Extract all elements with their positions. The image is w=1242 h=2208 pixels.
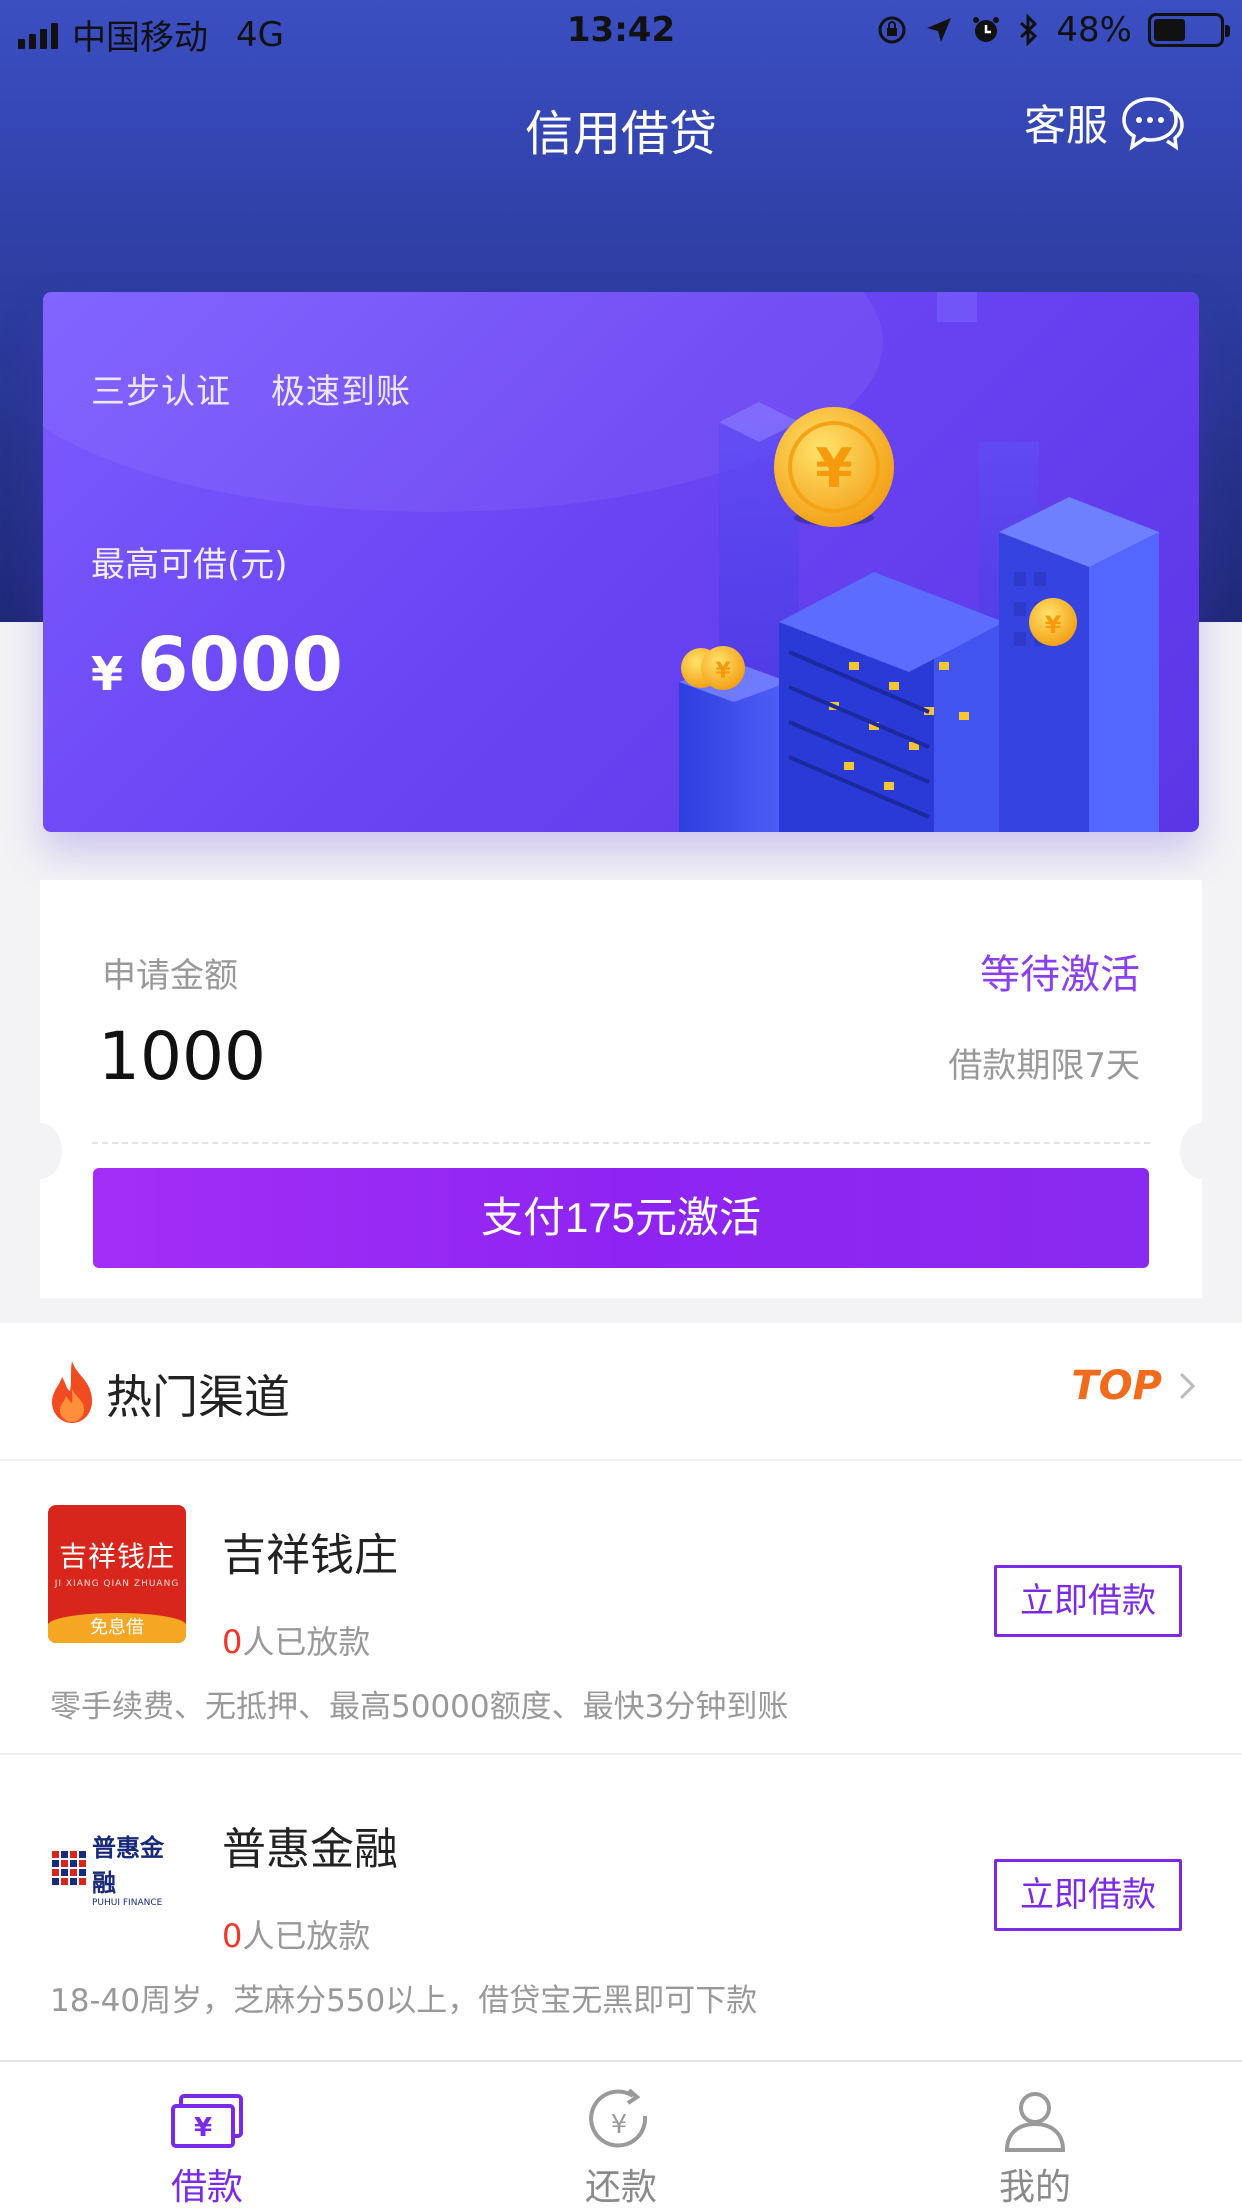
bottom-tab-bar: ¥ 借款 ¥ 还款 我的 [0, 2060, 1242, 2208]
location-icon [927, 18, 952, 42]
tagline-2: 极速到账 [271, 372, 411, 412]
fire-icon [52, 1361, 92, 1423]
ticket-notch-right [1180, 1123, 1224, 1179]
activation-status: 等待激活 [980, 952, 1140, 998]
tagline-1: 三步认证 [91, 372, 231, 412]
ticket-notch-left [18, 1123, 62, 1179]
loan-count: 0人已放款 [222, 1617, 370, 1663]
status-right: 48% [876, 10, 1230, 50]
channel-description: 18-40周岁，芝麻分550以上，借贷宝无黑即可下款 [50, 1983, 758, 2019]
customer-service-button[interactable]: 客服 [1024, 92, 1184, 153]
apply-amount-label: 申请金额 [102, 956, 238, 996]
channel-item-puhui[interactable]: 普惠金融 PUHUI FINANCE 普惠金融 0人已放款 18-40周岁，芝麻… [0, 1757, 1242, 2049]
tab-profile-label: 我的 [998, 2167, 1071, 2208]
credit-hero-card: 三步认证 极速到账 最高可借(元) ¥ 6000 ¥ ¥ ¥ [43, 292, 1199, 832]
max-borrow-label: 最高可借(元) [91, 545, 288, 585]
apply-amount-value: 1000 [98, 1018, 266, 1095]
amount-value: 6000 [137, 622, 343, 708]
tab-profile[interactable]: 我的 [828, 2062, 1242, 2208]
dashed-divider [92, 1142, 1150, 1144]
loan-count-suffix: 人已放款 [242, 1623, 371, 1661]
borrow-now-button[interactable]: 立即借款 [994, 1565, 1182, 1637]
channel-name: 普惠金融 [222, 1824, 398, 1875]
puhui-logo-text-block: 普惠金融 PUHUI FINANCE [92, 1828, 186, 1908]
channel-description: 零手续费、无抵押、最高50000额度、最快3分钟到账 [50, 1689, 789, 1725]
battery-icon [1148, 13, 1230, 47]
channel-name: 吉祥钱庄 [222, 1530, 398, 1581]
svg-text:¥: ¥ [1045, 611, 1062, 639]
currency-symbol: ¥ [91, 647, 124, 701]
loan-count-value: 0 [222, 1623, 243, 1661]
bluetooth-icon [1020, 14, 1038, 46]
borrow-now-button[interactable]: 立即借款 [994, 1859, 1182, 1931]
jixiang-logo-subtext: JI XIANG QIAN ZHUANG [54, 1579, 180, 1589]
profile-icon [1004, 2092, 1066, 2152]
loan-count-suffix: 人已放款 [242, 1917, 371, 1955]
puhui-logo: 普惠金融 PUHUI FINANCE [48, 1799, 186, 1937]
channels-title: 热门渠道 [106, 1370, 290, 1424]
top-link[interactable]: TOP [1071, 1363, 1196, 1409]
tab-loan-label: 借款 [170, 2167, 243, 2208]
buildings-coins-illustration: ¥ ¥ ¥ [679, 292, 1159, 832]
apply-card: 申请金额 等待激活 1000 借款期限7天 支付175元激活 [18, 880, 1224, 1298]
puhui-logo-text: 普惠金融 [92, 1834, 164, 1897]
puhui-logo-mark [52, 1851, 86, 1885]
loan-icon: ¥ [171, 2094, 243, 2148]
tab-loan[interactable]: ¥ 借款 [0, 2062, 414, 2208]
jixiang-logo-tag: 免息借 [48, 1613, 186, 1643]
chevron-right-icon [1179, 1372, 1196, 1400]
customer-service-label: 客服 [1023, 101, 1108, 150]
svg-text:¥: ¥ [611, 2110, 628, 2140]
hot-channels-section: 热门渠道 TOP 吉祥钱庄 JI XIANG QIAN ZHUANG 免息借 吉… [0, 1323, 1242, 2062]
svg-text:¥: ¥ [715, 659, 731, 684]
loan-term: 借款期限7天 [948, 1046, 1140, 1086]
alarm-icon [973, 17, 1000, 42]
jixiang-logo: 吉祥钱庄 JI XIANG QIAN ZHUANG 免息借 [48, 1505, 186, 1643]
top-label: TOP [1071, 1363, 1162, 1409]
hero-tagline: 三步认证 极速到账 [91, 364, 411, 413]
status-bar: 中国移动 4G 13:42 48% [0, 0, 1242, 62]
svg-text:¥: ¥ [815, 437, 853, 500]
repay-icon: ¥ [589, 2088, 648, 2148]
tab-repay-label: 还款 [584, 2167, 657, 2208]
rotation-lock-icon [878, 16, 906, 44]
tab-repay[interactable]: ¥ 还款 [414, 2062, 828, 2208]
chat-bubble-icon [1122, 96, 1184, 151]
battery-level [1154, 19, 1185, 41]
channels-header: 热门渠道 TOP [0, 1323, 1242, 1461]
loan-count-value: 0 [222, 1917, 243, 1955]
channel-item-jixiang[interactable]: 吉祥钱庄 JI XIANG QIAN ZHUANG 免息借 吉祥钱庄 0人已放款… [0, 1463, 1242, 1755]
jixiang-logo-text: 吉祥钱庄 [58, 1540, 175, 1573]
pay-activate-button[interactable]: 支付175元激活 [93, 1168, 1149, 1268]
battery-percent: 48% [1056, 10, 1132, 50]
puhui-logo-subtext: PUHUI FINANCE [92, 1898, 163, 1908]
loan-count: 0人已放款 [222, 1911, 370, 1957]
max-borrow-amount: ¥ 6000 [91, 622, 343, 708]
svg-text:¥: ¥ [194, 2113, 212, 2143]
